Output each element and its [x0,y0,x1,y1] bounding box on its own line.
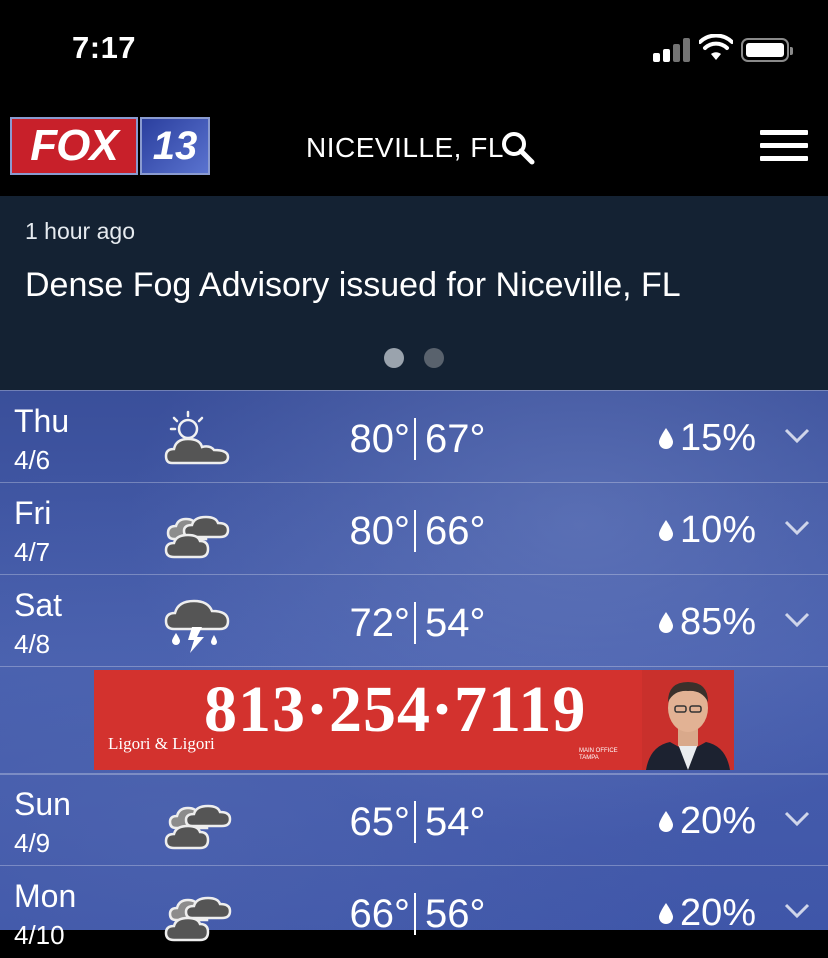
weather-alert-card[interactable]: 1 hour ago Dense Fog Advisory issued for… [0,196,828,390]
ad-attorney-photo [642,670,734,770]
forecast-row[interactable]: Mon 4/10 66° 56° 20% [0,865,828,958]
logo-fox-text: FOX [10,117,138,175]
battery-icon [741,38,793,62]
forecast-high: 80° [349,417,411,461]
forecast-low: 56° [425,892,486,936]
cloudy-icon [164,896,232,942]
forecast-day: Sat [14,587,63,623]
cellular-signal-icon [653,38,691,62]
raindrop-icon [659,428,673,449]
mostly-cloudy-icon [164,515,230,559]
forecast-low: 66° [425,509,486,553]
search-icon[interactable] [500,130,536,166]
forecast-row[interactable]: Fri 4/7 80° 66° 10% [0,482,828,575]
fox13-logo[interactable]: FOX 13 [10,117,210,175]
hamburger-menu-icon[interactable] [760,128,808,164]
temp-divider [414,602,416,644]
logo-13-text: 13 [140,117,210,175]
temp-divider [414,801,416,843]
raindrop-icon [659,612,673,633]
temp-divider [414,510,416,552]
cloudy-icon [164,804,232,850]
status-time: 7:17 [72,30,137,65]
ad-phone-number: 813·254·7119 [204,673,587,746]
precip-chance: 10% [680,509,757,551]
daily-forecast-list: Thu 4/6 80° 67° 15% Fri 4/7 80° 66° 10% [0,390,828,950]
precip-chance: 85% [680,601,757,643]
ad-row: 813·254·7119 Ligori & Ligori MAIN OFFICE… [0,666,828,775]
raindrop-icon [659,520,673,541]
pagination-dot-active[interactable] [384,348,404,368]
forecast-high: 72° [349,601,411,645]
forecast-date: 4/8 [14,629,51,659]
precip-chance: 20% [680,800,757,842]
partly-sunny-icon [164,410,230,465]
raindrop-icon [659,903,673,924]
forecast-low: 67° [425,417,486,461]
thunderstorm-icon [164,599,230,653]
temp-divider [414,893,416,935]
status-bar: 7:17 [0,0,828,100]
forecast-row[interactable]: Thu 4/6 80° 67° 15% [0,390,828,483]
pagination-dot[interactable] [424,348,444,368]
forecast-high: 66° [349,892,411,936]
location-label[interactable]: NICEVILLE, FL [306,132,504,164]
ad-office-label: MAIN OFFICE TAMPA [579,748,618,761]
app-header: FOX 13 NICEVILLE, FL [0,100,828,196]
forecast-low: 54° [425,601,486,645]
forecast-row[interactable]: Sun 4/9 65° 54° 20% [0,773,828,866]
forecast-date: 4/9 [14,828,51,858]
chevron-down-icon[interactable] [783,427,811,445]
chevron-down-icon[interactable] [783,611,811,629]
forecast-date: 4/6 [14,445,51,475]
banner-ad[interactable]: 813·254·7119 Ligori & Ligori MAIN OFFICE… [94,670,734,770]
wifi-icon [699,34,733,60]
forecast-low: 54° [425,800,486,844]
alert-headline[interactable]: Dense Fog Advisory issued for Niceville,… [25,266,681,305]
forecast-date: 4/10 [14,920,65,950]
precip-chance: 15% [680,417,757,459]
raindrop-icon [659,811,673,832]
forecast-day: Mon [14,878,77,914]
forecast-date: 4/7 [14,537,51,567]
precip-chance: 20% [680,892,757,934]
ad-firm-name: Ligori & Ligori [108,734,215,753]
forecast-day: Fri [14,495,52,531]
chevron-down-icon[interactable] [783,902,811,920]
forecast-high: 80° [349,509,411,553]
temp-divider [414,418,416,460]
chevron-down-icon[interactable] [783,519,811,537]
forecast-row[interactable]: Sat 4/8 72° 54° 85% [0,574,828,667]
forecast-high: 65° [349,800,411,844]
alert-time-ago: 1 hour ago [25,218,135,244]
forecast-day: Thu [14,403,70,439]
chevron-down-icon[interactable] [783,810,811,828]
forecast-day: Sun [14,786,71,822]
